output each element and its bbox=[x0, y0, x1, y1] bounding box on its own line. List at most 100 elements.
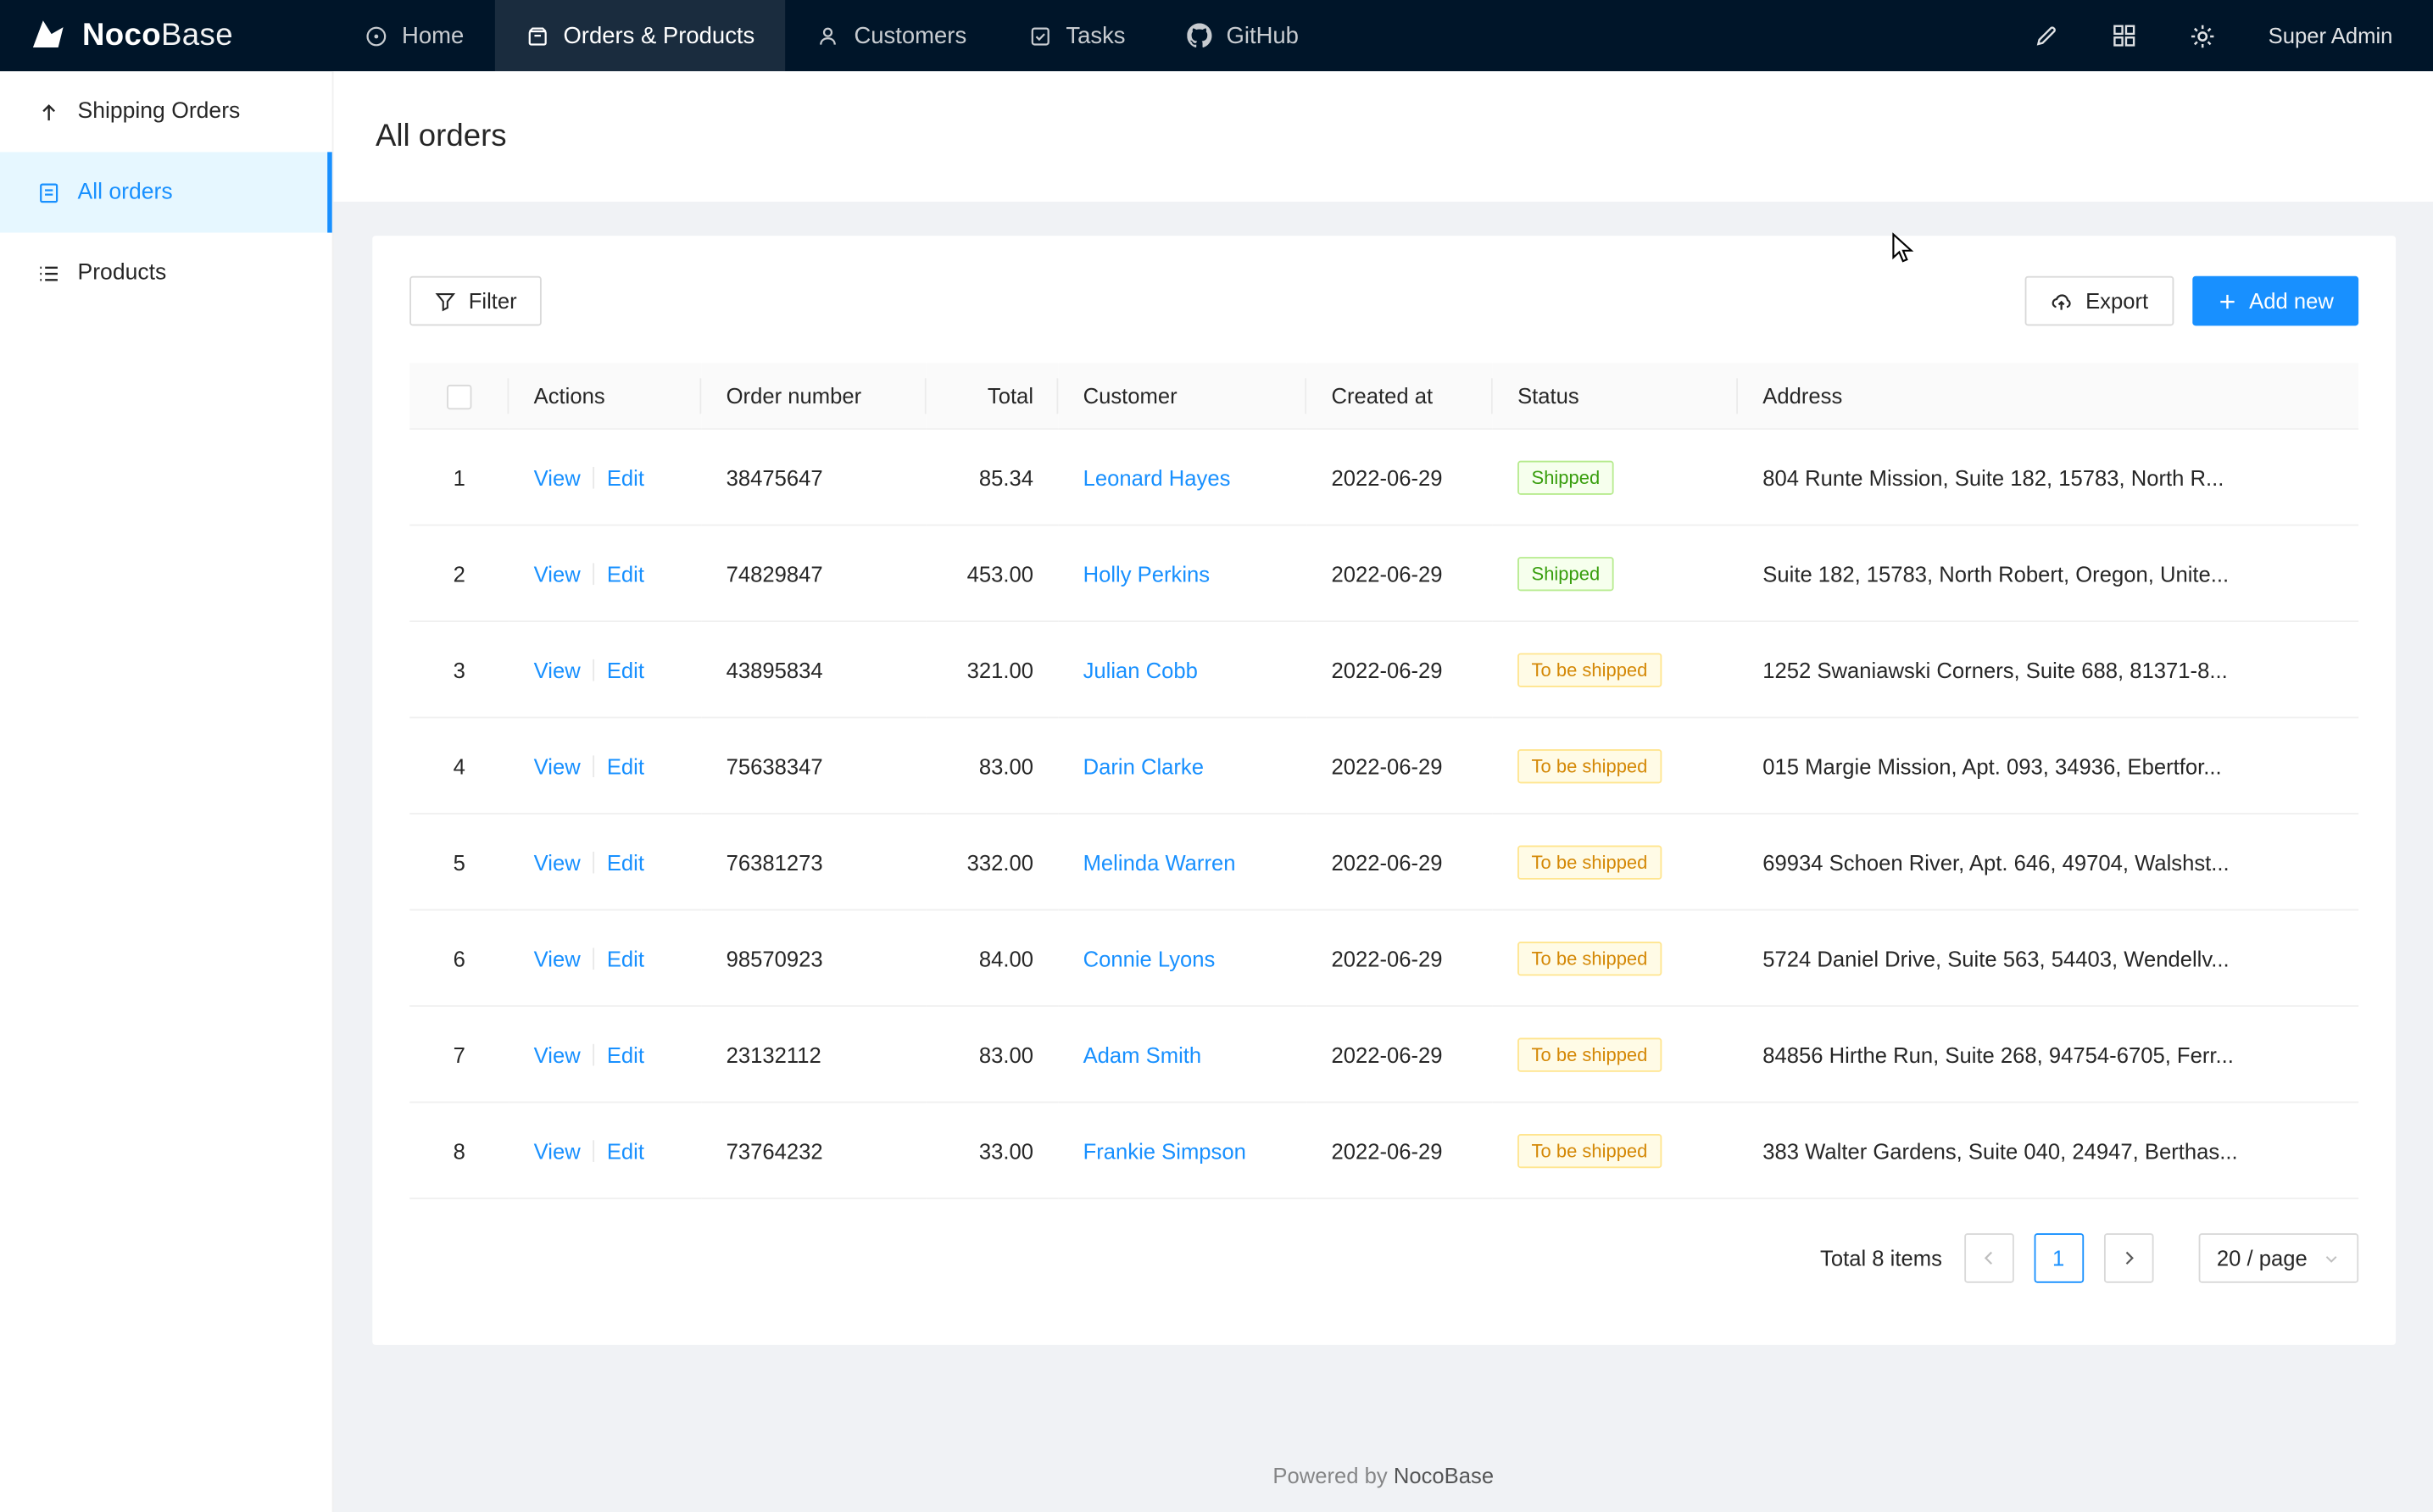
export-button[interactable]: Export bbox=[2025, 276, 2174, 326]
nav-item-orders-products[interactable]: Orders & Products bbox=[495, 0, 786, 71]
arrow-up-icon bbox=[37, 100, 60, 123]
view-link[interactable]: View bbox=[534, 561, 581, 586]
sidebar-item-all-orders[interactable]: All orders bbox=[0, 152, 332, 232]
orders-icon bbox=[526, 24, 549, 47]
nav-item-github[interactable]: GitHub bbox=[1156, 0, 1329, 71]
prev-page-button[interactable] bbox=[1964, 1234, 2014, 1284]
nocobase-logo[interactable]: NocoBase bbox=[0, 0, 334, 71]
customer-link[interactable]: Leonard Hayes bbox=[1083, 465, 1231, 490]
nav-item-home[interactable]: Home bbox=[334, 0, 495, 71]
view-link[interactable]: View bbox=[534, 946, 581, 970]
view-link[interactable]: View bbox=[534, 658, 581, 682]
column-header-actions: Actions bbox=[509, 363, 701, 429]
tasks-icon bbox=[1028, 24, 1051, 47]
order-number-cell: 23132112 bbox=[701, 1007, 926, 1103]
nav-item-tasks[interactable]: Tasks bbox=[998, 0, 1156, 71]
top-navbar: NocoBase Home Orders & Products Customer… bbox=[0, 0, 2433, 71]
row-actions: View Edit bbox=[509, 622, 701, 718]
orders-card: Filter Export Ad bbox=[372, 236, 2396, 1345]
edit-link[interactable]: Edit bbox=[607, 946, 644, 970]
total-cell: 85.34 bbox=[927, 430, 1059, 525]
column-header-status: Status bbox=[1493, 363, 1738, 429]
customer-link[interactable]: Julian Cobb bbox=[1083, 658, 1198, 682]
status-cell: To be shipped bbox=[1493, 622, 1738, 718]
nocobase-app: NocoBase Home Orders & Products Customer… bbox=[0, 0, 2433, 1512]
table-row: 5 ViewEdit 76381273 332.00 Melinda Warre… bbox=[409, 814, 2358, 910]
total-cell: 453.00 bbox=[927, 525, 1059, 621]
sidebar: Shipping Orders All orders Products bbox=[0, 71, 334, 1512]
page-size-select[interactable]: 20 / page bbox=[2198, 1234, 2358, 1284]
column-header-order-number: Order number bbox=[701, 363, 926, 429]
row-index: 1 bbox=[409, 430, 509, 525]
view-link[interactable]: View bbox=[534, 465, 581, 490]
next-page-button[interactable] bbox=[2103, 1234, 2153, 1284]
nav-item-label: Customers bbox=[854, 23, 966, 49]
row-actions: View Edit bbox=[509, 718, 701, 814]
view-link[interactable]: View bbox=[534, 753, 581, 778]
view-link[interactable]: View bbox=[534, 1042, 581, 1067]
add-new-button[interactable]: Add new bbox=[2191, 276, 2358, 326]
customer-link[interactable]: Frankie Simpson bbox=[1083, 1138, 1246, 1163]
status-tag: To be shipped bbox=[1517, 845, 1662, 879]
list-icon bbox=[37, 261, 60, 284]
edit-link[interactable]: Edit bbox=[607, 658, 644, 682]
edit-link[interactable]: Edit bbox=[607, 850, 644, 875]
created-at-cell: 2022-06-29 bbox=[1306, 910, 1493, 1006]
status-tag: To be shipped bbox=[1517, 1037, 1662, 1071]
order-number-cell: 43895834 bbox=[701, 622, 926, 718]
status-cell: To be shipped bbox=[1493, 814, 1738, 910]
nav-item-customers[interactable]: Customers bbox=[786, 0, 998, 71]
status-cell: Shipped bbox=[1493, 430, 1738, 525]
created-at-cell: 2022-06-29 bbox=[1306, 525, 1493, 621]
design-pen-icon[interactable] bbox=[2034, 23, 2058, 47]
edit-link[interactable]: Edit bbox=[607, 465, 644, 490]
row-index: 3 bbox=[409, 622, 509, 718]
total-cell: 33.00 bbox=[927, 1103, 1059, 1198]
select-all-checkbox[interactable] bbox=[447, 385, 471, 409]
nav-item-label: Home bbox=[402, 23, 464, 49]
add-new-button-label: Add new bbox=[2249, 288, 2334, 313]
action-divider bbox=[593, 755, 594, 777]
row-index: 4 bbox=[409, 718, 509, 814]
view-link[interactable]: View bbox=[534, 850, 581, 875]
order-number-cell: 76381273 bbox=[701, 814, 926, 910]
customer-link[interactable]: Darin Clarke bbox=[1083, 753, 1204, 778]
sidebar-item-shipping-orders[interactable]: Shipping Orders bbox=[0, 71, 332, 152]
customer-link[interactable]: Connie Lyons bbox=[1083, 946, 1216, 970]
user-menu[interactable]: Super Admin bbox=[2269, 23, 2393, 47]
blocks-icon[interactable] bbox=[2112, 23, 2136, 47]
nav-item-label: GitHub bbox=[1226, 23, 1298, 49]
status-tag: To be shipped bbox=[1517, 942, 1662, 976]
sidebar-item-label: Products bbox=[78, 260, 167, 285]
logo-text: NocoBase bbox=[82, 18, 233, 53]
customer-link[interactable]: Melinda Warren bbox=[1083, 850, 1236, 875]
settings-gear-icon[interactable] bbox=[2189, 23, 2215, 49]
page-1-button[interactable]: 1 bbox=[2034, 1234, 2084, 1284]
total-cell: 332.00 bbox=[927, 814, 1059, 910]
table-header: Actions Order number Total Customer Crea… bbox=[409, 363, 2358, 429]
created-at-cell: 2022-06-29 bbox=[1306, 430, 1493, 525]
order-number-cell: 73764232 bbox=[701, 1103, 926, 1198]
row-actions: View Edit bbox=[509, 525, 701, 621]
nocobase-logo-icon bbox=[28, 15, 69, 56]
github-icon bbox=[1188, 23, 1212, 47]
column-header-address: Address bbox=[1738, 363, 2358, 429]
created-at-cell: 2022-06-29 bbox=[1306, 1007, 1493, 1103]
orders-file-icon bbox=[37, 181, 60, 203]
filter-funnel-icon bbox=[434, 290, 456, 312]
edit-link[interactable]: Edit bbox=[607, 753, 644, 778]
customer-cell: Adam Smith bbox=[1058, 1007, 1306, 1103]
order-number-cell: 75638347 bbox=[701, 718, 926, 814]
customer-link[interactable]: Adam Smith bbox=[1083, 1042, 1202, 1067]
sidebar-item-products[interactable]: Products bbox=[0, 233, 332, 314]
customer-link[interactable]: Holly Perkins bbox=[1083, 561, 1211, 586]
row-actions: View Edit bbox=[509, 1103, 701, 1198]
edit-link[interactable]: Edit bbox=[607, 1138, 644, 1163]
view-link[interactable]: View bbox=[534, 1138, 581, 1163]
edit-link[interactable]: Edit bbox=[607, 561, 644, 586]
address-cell: 1252 Swaniawski Corners, Suite 688, 8137… bbox=[1738, 622, 2358, 718]
edit-link[interactable]: Edit bbox=[607, 1042, 644, 1067]
created-at-cell: 2022-06-29 bbox=[1306, 814, 1493, 910]
cloud-export-icon bbox=[2050, 289, 2073, 312]
filter-button[interactable]: Filter bbox=[409, 276, 542, 326]
